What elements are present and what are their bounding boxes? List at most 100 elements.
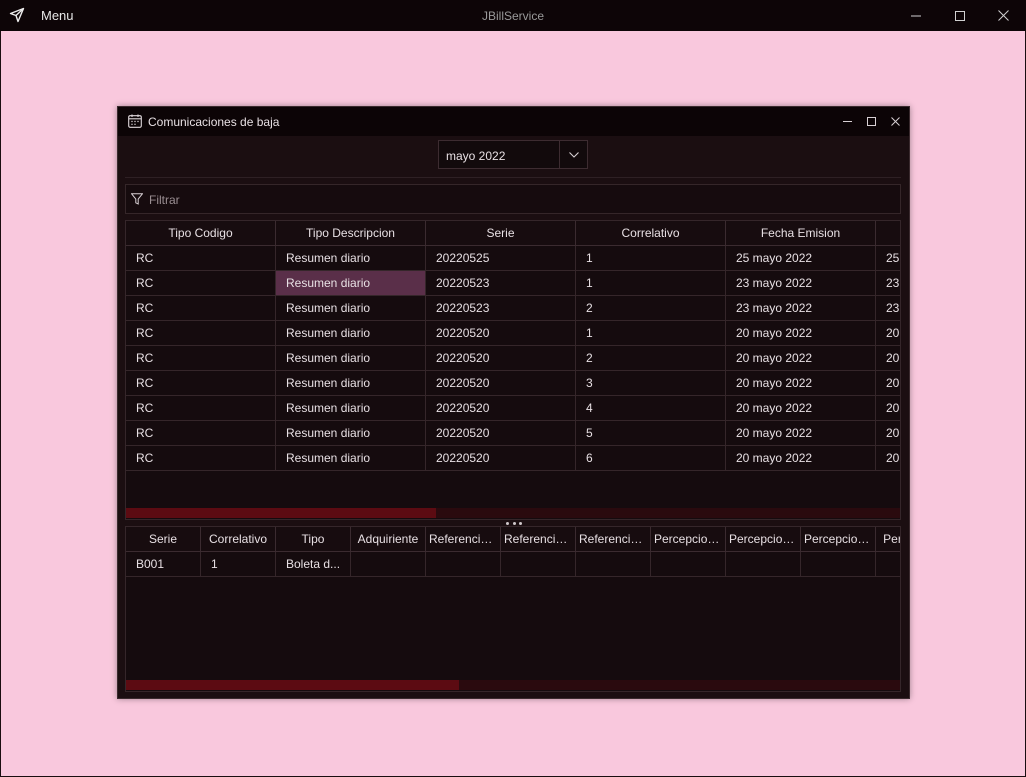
column-header[interactable]: Adquiriente [351, 527, 426, 552]
table-cell[interactable]: Resumen diario [276, 446, 426, 471]
column-header[interactable]: Serie [426, 221, 576, 246]
table-cell[interactable]: 20220523 [426, 296, 576, 321]
table-cell[interactable]: 20220525 [426, 246, 576, 271]
table-cell[interactable]: 20220520 [426, 446, 576, 471]
main-table-scrollbar[interactable] [126, 508, 900, 518]
grid-splitter-handle[interactable] [506, 521, 522, 525]
table-cell[interactable] [651, 552, 726, 577]
table-cell[interactable]: RC [126, 346, 276, 371]
table-cell[interactable]: 20 mayo 2022 [726, 446, 876, 471]
table-cell[interactable]: 20220520 [426, 321, 576, 346]
table-cell[interactable]: RC [126, 396, 276, 421]
table-cell[interactable]: RC [126, 371, 276, 396]
child-maximize-button[interactable] [863, 113, 879, 129]
table-cell[interactable]: RC [126, 296, 276, 321]
table-cell[interactable] [801, 552, 876, 577]
minimize-button[interactable] [893, 0, 938, 31]
table-cell[interactable]: Resumen diario [276, 296, 426, 321]
detail-table[interactable]: Serie Correlativo Tipo Adquiriente Referenci… [125, 526, 901, 692]
table-cell[interactable]: 2 [576, 346, 726, 371]
table-cell[interactable]: Resumen diario [276, 321, 426, 346]
table-cell[interactable]: 20220523 [426, 271, 576, 296]
maximize-button[interactable] [937, 0, 982, 31]
table-cell[interactable]: 20 mayo 2022 [726, 346, 876, 371]
table-cell[interactable]: 6 [576, 446, 726, 471]
table-cell[interactable]: Resumen diario [276, 271, 426, 296]
detail-table-scrollbar[interactable] [126, 680, 900, 690]
table-cell[interactable]: 20 mayo 2022 [726, 321, 876, 346]
table-cell[interactable] [501, 552, 576, 577]
table-cell[interactable] [426, 552, 501, 577]
table-row[interactable]: RC Resumen diario 20220520 1 20 mayo 2022 20 [126, 321, 900, 346]
close-button[interactable] [981, 0, 1026, 31]
table-cell[interactable]: 20 [876, 371, 900, 396]
table-cell[interactable]: RC [126, 271, 276, 296]
column-header[interactable]: Tipo Descripcion [276, 221, 426, 246]
column-header[interactable]: Correlativo [201, 527, 276, 552]
table-cell[interactable] [876, 552, 900, 577]
table-cell[interactable]: 23 mayo 2022 [726, 271, 876, 296]
table-cell[interactable]: 1 [201, 552, 276, 577]
column-header[interactable]: Tipo [276, 527, 351, 552]
column-header[interactable] [876, 221, 900, 246]
column-header[interactable]: Percepcion... [651, 527, 726, 552]
table-cell[interactable]: 1 [576, 246, 726, 271]
table-cell[interactable]: 1 [576, 321, 726, 346]
table-cell[interactable]: Resumen diario [276, 396, 426, 421]
table-cell[interactable]: 20220520 [426, 371, 576, 396]
table-cell[interactable]: 20 [876, 346, 900, 371]
column-header[interactable]: Referencia ... [426, 527, 501, 552]
table-cell[interactable]: B001 [126, 552, 201, 577]
table-cell[interactable]: 20220520 [426, 421, 576, 446]
table-cell[interactable]: RC [126, 446, 276, 471]
column-header[interactable]: Percepcion... [801, 527, 876, 552]
table-row[interactable]: RC Resumen diario 20220523 2 23 mayo 2022 23 [126, 296, 900, 321]
table-cell[interactable]: 4 [576, 396, 726, 421]
table-cell[interactable] [351, 552, 426, 577]
table-cell[interactable]: 20 [876, 421, 900, 446]
column-header[interactable]: Correlativo [576, 221, 726, 246]
main-table-scroll-thumb[interactable] [126, 508, 436, 518]
child-close-button[interactable] [887, 113, 903, 129]
table-cell[interactable]: 20 [876, 321, 900, 346]
table-cell[interactable]: 20 mayo 2022 [726, 371, 876, 396]
filter-field[interactable]: Filtrar [125, 184, 901, 214]
table-cell[interactable]: 20 [876, 446, 900, 471]
month-selector[interactable]: mayo 2022 [438, 140, 588, 169]
table-cell[interactable]: 2 [576, 296, 726, 321]
table-cell[interactable]: 5 [576, 421, 726, 446]
child-minimize-button[interactable] [839, 113, 855, 129]
table-row[interactable]: RC Resumen diario 20220520 5 20 mayo 2022 20 [126, 421, 900, 446]
column-header[interactable]: Perc [876, 527, 900, 552]
table-cell[interactable]: 20220520 [426, 396, 576, 421]
table-cell[interactable]: Resumen diario [276, 421, 426, 446]
table-cell[interactable]: 1 [576, 271, 726, 296]
detail-table-scroll-thumb[interactable] [126, 680, 459, 690]
table-cell[interactable]: 20220520 [426, 346, 576, 371]
table-cell[interactable]: RC [126, 421, 276, 446]
table-cell[interactable]: RC [126, 246, 276, 271]
table-cell[interactable]: 23 mayo 2022 [726, 296, 876, 321]
table-cell[interactable]: Resumen diario [276, 246, 426, 271]
table-cell[interactable]: RC [126, 321, 276, 346]
table-row[interactable]: RC Resumen diario 20220520 3 20 mayo 2022 20 [126, 371, 900, 396]
main-table[interactable]: Tipo Codigo Tipo Descripcion Serie Correlat… [125, 220, 901, 520]
table-cell[interactable]: Resumen diario [276, 371, 426, 396]
table-cell[interactable]: 25 [876, 246, 900, 271]
table-cell[interactable]: 20 mayo 2022 [726, 421, 876, 446]
table-cell[interactable] [726, 552, 801, 577]
table-cell[interactable]: Boleta d... [276, 552, 351, 577]
column-header[interactable]: Serie [126, 527, 201, 552]
table-row[interactable]: RC Resumen diario 20220525 1 25 mayo 2022 25 [126, 246, 900, 271]
table-cell[interactable]: 25 mayo 2022 [726, 246, 876, 271]
column-header[interactable]: Referencia ... [501, 527, 576, 552]
menu-button[interactable]: Menu [41, 8, 74, 23]
table-cell[interactable]: 3 [576, 371, 726, 396]
table-cell[interactable]: 23 [876, 271, 900, 296]
column-header[interactable]: Fecha Emision [726, 221, 876, 246]
column-header[interactable]: Referencia ... [576, 527, 651, 552]
month-dropdown-button[interactable] [559, 141, 588, 168]
table-cell[interactable]: 23 [876, 296, 900, 321]
table-row[interactable]: RC Resumen diario 20220520 6 20 mayo 2022 20 [126, 446, 900, 471]
table-cell[interactable] [576, 552, 651, 577]
